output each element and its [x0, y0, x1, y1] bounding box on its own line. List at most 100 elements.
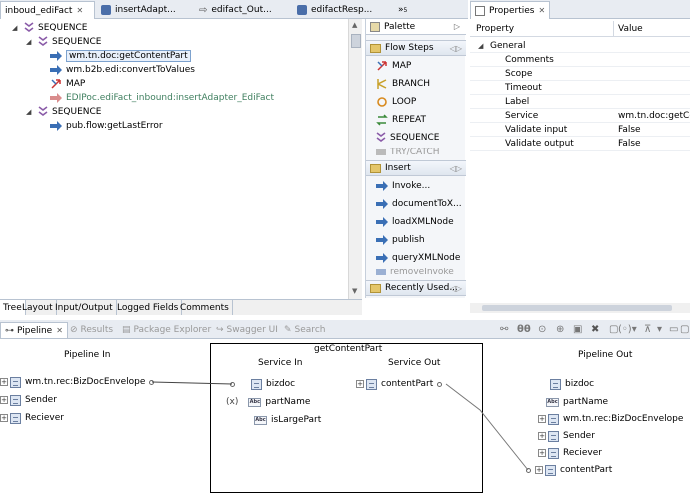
arrow-icon: ⇨ — [199, 4, 208, 16]
palette-item-sequence[interactable]: SEQUENCE — [376, 130, 439, 146]
map-line-contentpart — [445, 383, 529, 471]
tab-insert-adapter[interactable]: insertAdapt... — [97, 1, 193, 19]
property-row[interactable]: Timeout — [470, 81, 690, 95]
property-row[interactable]: Label — [470, 95, 690, 109]
properties-group-row[interactable]: ◢ General — [470, 39, 690, 53]
tree-scrollbar[interactable]: ▲ ▼ — [348, 19, 362, 299]
repeat-icon — [376, 114, 388, 126]
collapse-icon[interactable]: ◢ — [26, 38, 34, 46]
invoke-icon — [376, 217, 388, 227]
tab-pipeline[interactable]: ⊶ Pipeline ✕ — [0, 322, 68, 338]
close-icon[interactable]: ✕ — [56, 326, 63, 335]
palette-item-publish[interactable]: publish — [376, 232, 425, 248]
swagger-icon: ↪ — [216, 325, 224, 335]
tree-item[interactable]: ◢ SEQUENCE — [12, 21, 87, 35]
expand-icon[interactable]: ✖ — [591, 324, 599, 335]
insert-drawer[interactable]: Insert ◁▷ — [366, 160, 466, 176]
tree-item[interactable]: pub.flow:getLastError — [50, 119, 163, 133]
map-all-icon[interactable]: θθ — [517, 324, 531, 335]
column-divider[interactable] — [613, 21, 614, 37]
drop-icon[interactable]: ⊙ — [538, 324, 546, 335]
results-icon: ⊘ — [70, 325, 78, 335]
palette-item-load-xml-node[interactable]: loadXMLNode — [376, 214, 454, 230]
tab-input-output[interactable]: Input/Output — [52, 300, 117, 315]
tab-logged-fields[interactable]: Logged Fields — [114, 300, 183, 315]
flow-steps-drawer[interactable]: Flow Steps ◁▷ — [366, 40, 466, 56]
tree-item[interactable]: ◢ SEQUENCE — [26, 105, 101, 119]
pin-icon[interactable]: ◁▷ — [450, 164, 462, 173]
clear-icon[interactable]: ▣ — [573, 324, 582, 335]
pin-icon[interactable]: ◁▷ — [450, 284, 462, 293]
scroll-down-arrow-icon[interactable]: ▼ — [352, 287, 357, 295]
palette-icon — [370, 21, 380, 32]
palette-item-query-xml-node[interactable]: queryXMLNode — [376, 250, 460, 266]
tab-swagger-ui[interactable]: ↪ Swagger UI — [216, 322, 278, 338]
more-tabs-button[interactable]: » 5 — [394, 1, 411, 19]
recently-used-drawer[interactable]: Recently Used... ◁▷ — [366, 280, 466, 296]
search-icon: ✎ — [284, 325, 292, 335]
property-row[interactable]: Validate output False — [470, 137, 690, 151]
pipeline-tab-strip: ⊶ Pipeline ✕ ⊘ Results ▤ Package Explore… — [0, 320, 690, 339]
sequence-icon — [38, 36, 48, 46]
close-icon[interactable]: ✕ — [538, 6, 545, 15]
palette-item-repeat[interactable]: REPEAT — [376, 112, 426, 128]
scrollbar-thumb[interactable] — [482, 305, 672, 311]
sequence-icon — [38, 106, 48, 116]
palette-item-invoke[interactable]: Invoke... — [376, 178, 430, 194]
minimize-icon[interactable]: ▭ — [669, 324, 678, 335]
properties-hscrollbar[interactable] — [470, 303, 690, 313]
scrollbar-thumb[interactable] — [351, 34, 361, 48]
flow-tree: ◢ SEQUENCE ◢ SEQUENCE wm.tn.doc:getConte… — [0, 19, 348, 299]
collapse-icon[interactable]: ◢ — [26, 108, 34, 116]
tab-layout[interactable]: Layout — [19, 300, 57, 315]
sequence-icon — [376, 132, 386, 142]
palette-item-map[interactable]: MAP — [376, 58, 411, 74]
tree-item-selected[interactable]: wm.tn.doc:getContentPart — [50, 49, 191, 63]
invoke-icon — [376, 253, 388, 263]
set-value-icon[interactable]: ⊕ — [556, 324, 564, 335]
pipeline-area: Pipeline In getContentPart Service In Se… — [0, 340, 690, 493]
palette-item-try-catch[interactable]: TRY/CATCH — [376, 148, 439, 156]
tree-item[interactable]: wm.b2b.edi:convertToValues — [50, 63, 195, 77]
invoke-icon — [50, 65, 62, 75]
collapse-icon[interactable]: ◢ — [12, 24, 20, 32]
view-menu-icon[interactable]: ▾ — [657, 324, 662, 335]
properties-header-row: Property Value — [470, 21, 690, 37]
tab-properties[interactable]: Properties ✕ — [470, 1, 550, 19]
palette-item-remove-invoke[interactable]: removeInvoke — [376, 268, 454, 276]
package-icon: ▤ — [122, 325, 131, 335]
map-icon — [377, 61, 387, 71]
tab-inboud-edifact[interactable]: inboud_ediFact ✕ — [0, 1, 95, 19]
invoke-icon — [50, 121, 62, 131]
palette-item-branch[interactable]: BRANCH — [376, 76, 430, 92]
tree-item-disabled[interactable]: EDIPoc.ediFact_inbound:insertAdapter_Edi… — [50, 91, 274, 105]
tab-edifact-resp[interactable]: edifactResp... — [293, 1, 393, 19]
close-icon[interactable]: ✕ — [76, 6, 83, 15]
palette-header[interactable]: Palette ▷ — [366, 19, 466, 35]
link-icon[interactable]: ⚯ — [500, 324, 508, 335]
pin-icon[interactable]: ◁▷ — [450, 44, 462, 53]
tree-item[interactable]: ◢ SEQUENCE — [26, 35, 101, 49]
palette-item-loop[interactable]: LOOP — [376, 94, 416, 110]
property-row[interactable]: Comments — [470, 53, 690, 67]
scroll-up-arrow-icon[interactable]: ▲ — [352, 21, 357, 29]
collapse-palette-icon[interactable]: ▷ — [454, 22, 460, 31]
move-up-icon[interactable]: ⊼ — [644, 324, 651, 335]
collapse-icon[interactable]: ◢ — [478, 42, 483, 50]
tree-item[interactable]: MAP — [50, 77, 85, 91]
loop-icon — [377, 97, 387, 107]
invoke-icon — [50, 93, 62, 103]
property-row[interactable]: Service wm.tn.doc:getCo — [470, 109, 690, 123]
tab-comments[interactable]: Comments — [177, 300, 233, 315]
palette-item-document-to-xml[interactable]: documentToX... — [376, 196, 462, 212]
property-row[interactable]: Scope — [470, 67, 690, 81]
tab-package-explorer[interactable]: ▤ Package Explorer — [122, 322, 211, 338]
tab-results[interactable]: ⊘ Results — [70, 322, 113, 338]
transformer-dropdown-icon[interactable]: (◦)▾ — [618, 324, 637, 335]
property-row[interactable]: Validate input False — [470, 123, 690, 137]
tab-edifact-out[interactable]: ⇨ edifact_Out... — [195, 1, 291, 19]
mapping-lines — [151, 381, 529, 471]
flow-service-icon — [101, 5, 111, 15]
maximize-icon[interactable]: ▢ — [680, 324, 689, 335]
tab-search[interactable]: ✎ Search — [284, 322, 325, 338]
